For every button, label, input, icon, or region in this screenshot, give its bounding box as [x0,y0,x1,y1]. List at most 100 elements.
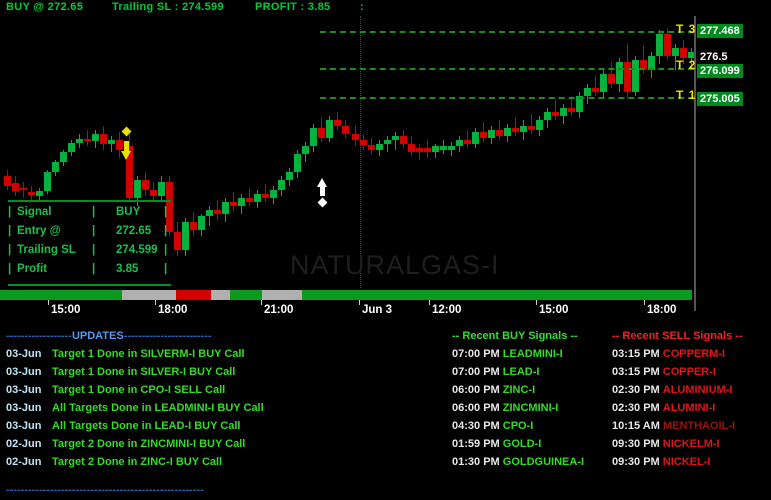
candle-body [206,210,213,216]
info-bar: | [8,206,12,218]
candle-body [214,210,221,214]
update-row[interactable]: 02-Jun Target 2 Done in ZINCMINI-I BUY Ca… [0,438,420,454]
time-tick-label: 12:00 [432,304,462,316]
sell-signal-row[interactable]: 02:30 PM ALUMINI-I [612,402,715,414]
target-label-t3: T 3 [676,22,697,36]
info-bar: | [92,244,96,256]
signal-symbol: ALUMINI-I [662,402,716,414]
update-text: Target 1 Done in CPO-I SELL Call [52,384,226,396]
info-bar: | [164,225,168,237]
signal-time: 07:00 PM [452,366,500,378]
price-tag-1: 276.5 [697,50,731,64]
trading-terminal: BUY @ 272.65 Trailing SL : 274.599 PROFI… [0,0,771,500]
candle-body [92,134,99,141]
buy-signal-row[interactable]: 06:00 PM ZINCMINI-I [452,402,558,414]
candle-body [672,48,679,56]
updates-header-right: ------------------------ [123,330,212,342]
trend-segment [230,290,262,300]
candle-body [198,216,205,230]
candle-body [656,34,663,56]
sell-signal-row[interactable]: 03:15 PM COPPERM-I [612,348,725,360]
candle-body [116,140,123,150]
candle-body [488,130,495,138]
candle-body [472,132,479,144]
candle-body [680,48,687,58]
update-date: 03-Jun [6,366,42,378]
info-key: Profit [17,263,48,275]
info-bar: | [164,244,168,256]
signal-time: 04:30 PM [452,420,500,432]
sell-signal-row[interactable]: 09:30 PM NICKEL-I [612,456,710,468]
buy-signal-row[interactable]: 01:59 PM GOLD-I [452,438,541,450]
target-label-t2: T 2 [676,58,697,72]
buy-signal-row[interactable]: 06:00 PM ZINC-I [452,384,535,396]
chart-watermark: NATURALGAS-I [290,250,500,280]
price-tag-3: 275.005 [697,92,743,106]
info-value: BUY [116,206,141,218]
buy-signal-row[interactable]: 04:30 PM CPO-I [452,420,533,432]
update-row[interactable]: 03-Jun Target 1 Done in SILVER-I BUY Call [0,366,420,382]
sell-signal-row[interactable]: 03:15 PM COPPER-I [612,366,716,378]
updates-header-word: UPDATES [71,330,124,342]
candle-body [326,120,333,138]
candle-body [512,128,519,132]
sell-signal-row[interactable]: 02:30 PM ALUMINIUM-I [612,384,732,396]
signal-time: 03:15 PM [612,348,660,360]
signal-symbol: LEADMINI-I [502,348,563,360]
buy-signal-row[interactable]: 07:00 PM LEADMINI-I [452,348,563,360]
candle-body [440,146,447,150]
signal-symbol: ZINC-I [502,384,536,396]
update-row[interactable]: 03-Jun Target 1 Done in SILVERM-I BUY Cal… [0,348,420,364]
candle-body [560,108,567,116]
candle-body [254,194,261,202]
candle-body [286,172,293,180]
candle-body [44,172,51,191]
candle-body [342,126,349,134]
updates-header-left: ------------------ [6,330,72,342]
candle-body [392,136,399,140]
candle-wick [209,206,210,226]
candle-wick [531,114,532,134]
time-tick [429,300,430,305]
update-row[interactable]: 02-Jun Target 2 Done in ZINC-I BUY Call [0,456,420,472]
candle-body [76,139,83,143]
signal-time: 06:00 PM [452,402,500,414]
sell-signal-row[interactable]: 10:15 AM MENTHAOIL-I [612,420,735,432]
info-row: | Trailing SL | 274.599 | [8,244,171,263]
info-value: 272.65 [116,225,152,237]
candle-body [600,74,607,92]
time-tick [536,300,537,305]
update-row[interactable]: 03-Jun Target 1 Done in CPO-I SELL Call [0,384,420,400]
candle-body [150,190,157,196]
info-bar: | [8,263,12,275]
signal-time: 01:59 PM [452,438,500,450]
candle-body [360,140,367,145]
update-date: 02-Jun [6,456,42,468]
signal-time: 06:00 PM [452,384,500,396]
sell-signal-row[interactable]: 09:30 PM NICKELM-I [612,438,720,450]
update-text: Target 2 Done in ZINCMINI-I BUY Call [52,438,246,450]
candle-wick [387,136,388,152]
time-tick-label: 21:00 [264,304,294,316]
signal-time: 02:30 PM [612,384,660,396]
top-profit: PROFIT : 3.85 [255,1,331,13]
candle-body [278,180,285,190]
buy-signal-row[interactable]: 07:00 PM LEAD-I [452,366,539,378]
candle-body [480,132,487,138]
update-row[interactable]: 03-Jun All Targets Done in LEADMINI-I BUY… [0,402,420,418]
candle-wick [571,96,572,116]
sell-arrow-down-icon [121,151,131,160]
update-text: Target 1 Done in SILVER-I BUY Call [52,366,236,378]
trend-segment [302,290,692,300]
candle-body [238,198,245,206]
trend-segment [176,290,211,300]
candle-body [246,198,253,202]
update-row[interactable]: 03-Jun All Targets Done in LEAD-I BUY Cal… [0,420,420,436]
bottom-panels: ------------------UPDATES---------------… [0,324,771,500]
buy-signal-row[interactable]: 01:30 PM GOLDGUINEA-I [452,456,584,468]
time-tick-label: Jun 3 [362,304,393,316]
update-date: 03-Jun [6,384,42,396]
top-trailing-sl: Trailing SL : 274.599 [112,1,224,13]
signal-symbol: NICKEL-I [662,456,711,468]
update-text: All Targets Done in LEAD-I BUY Call [52,420,241,432]
